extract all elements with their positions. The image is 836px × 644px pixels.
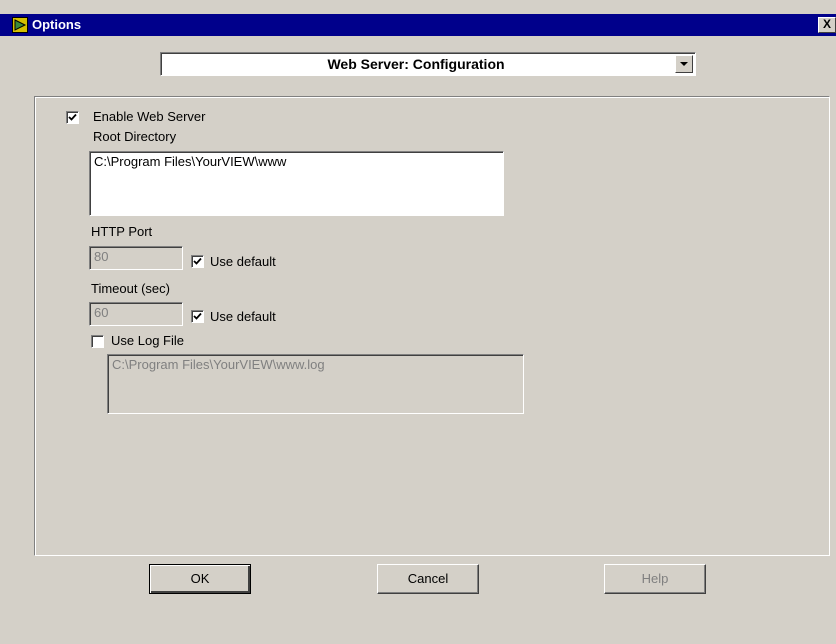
timeout-use-default-label: Use default	[210, 309, 276, 324]
title-bar[interactable]: Options X	[0, 14, 836, 36]
use-log-file-label: Use Log File	[111, 333, 184, 348]
timeout-field[interactable]: 60	[89, 302, 183, 326]
help-button[interactable]: Help	[604, 564, 706, 594]
http-port-field[interactable]: 80	[89, 246, 183, 270]
window-title: Options	[32, 17, 82, 32]
http-port-use-default-checkbox[interactable]	[191, 255, 204, 268]
ok-button[interactable]: OK	[149, 564, 251, 594]
root-directory-field[interactable]: C:\Program Files\YourVIEW\www	[89, 151, 504, 216]
use-log-file-checkbox[interactable]	[91, 335, 104, 348]
timeout-use-default-checkbox[interactable]	[191, 310, 204, 323]
log-file-path-field[interactable]: C:\Program Files\YourVIEW\www.log	[107, 354, 524, 414]
checkmark-icon	[68, 113, 77, 121]
category-selected-value: Web Server: Configuration	[327, 56, 505, 72]
options-app-icon	[12, 17, 28, 33]
chevron-down-icon[interactable]	[675, 55, 693, 73]
timeout-label: Timeout (sec)	[91, 281, 170, 296]
enable-web-server-checkbox[interactable]	[66, 111, 79, 124]
close-button[interactable]: X	[818, 17, 836, 33]
http-port-use-default-label: Use default	[210, 254, 276, 269]
http-port-label: HTTP Port	[91, 224, 153, 239]
enable-web-server-label: Enable Web Server	[93, 109, 206, 124]
checkmark-icon	[193, 312, 202, 320]
category-dropdown[interactable]: Web Server: Configuration	[160, 52, 696, 76]
cancel-button[interactable]: Cancel	[377, 564, 479, 594]
root-directory-label: Root Directory	[93, 129, 177, 144]
checkmark-icon	[193, 257, 202, 265]
